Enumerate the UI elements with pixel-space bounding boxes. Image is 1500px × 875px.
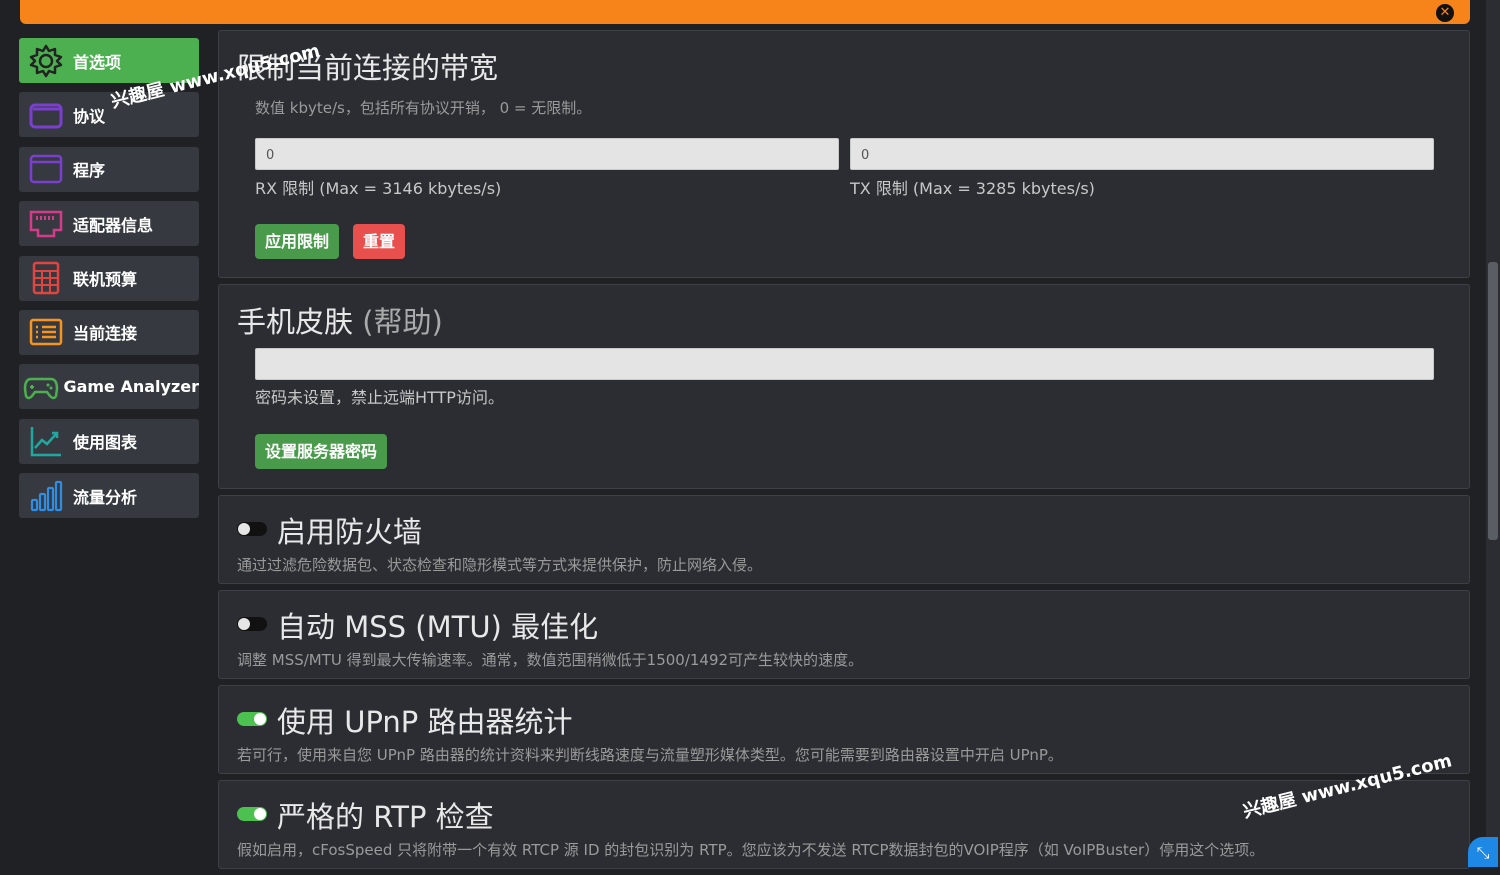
bandwidth-panel: 限制当前连接的带宽 数值 kbyte/s，包括所有协议开销， 0 = 无限制。 … (218, 30, 1470, 278)
top-bar: ✕ (20, 0, 1470, 24)
list-icon (19, 310, 73, 355)
password-input[interactable] (255, 348, 1434, 380)
option-desc: 假如启用，cFosSpeed 只将附带一个有效 RTCP 源 ID 的封包识别为… (237, 841, 1265, 859)
sidebar-item-label: 使用图表 (73, 433, 138, 453)
password-hint: 密码未设置，禁止远端HTTP访问。 (255, 388, 504, 407)
upnp-toggle[interactable] (237, 712, 267, 726)
sidebar-item-traffic-analysis[interactable]: 流量分析 (19, 473, 199, 519)
tx-limit-label: TX 限制 (Max = 3285 kbytes/s) (850, 179, 1095, 198)
option-desc: 调整 MSS/MTU 得到最大传输速率。通常，数值范围稍微低于1500/1492… (237, 651, 864, 669)
resize-icon[interactable]: ⤡ (1468, 837, 1498, 867)
rx-limit-input[interactable]: 0 (255, 138, 839, 170)
folder-icon (19, 92, 73, 137)
window-icon (19, 147, 73, 192)
gamepad-icon (19, 364, 63, 409)
option-firewall: 启用防火墙 通过过滤危险数据包、状态检查和隐形模式等方式来提供保护，防止网络入侵… (218, 495, 1470, 584)
line-chart-icon (19, 419, 73, 464)
help-link[interactable]: (帮助) (362, 305, 443, 339)
rx-limit-label: RX 限制 (Max = 3146 kbytes/s) (255, 179, 502, 198)
sidebar-item-label: 联机预算 (73, 270, 138, 290)
scrollbar[interactable] (1486, 0, 1500, 867)
option-upnp: 使用 UPnP 路由器统计 若可行，使用来自您 UPnP 路由器的统计资料来判断… (218, 685, 1470, 774)
main-content: 限制当前连接的带宽 数值 kbyte/s，包括所有协议开销， 0 = 无限制。 … (218, 30, 1470, 875)
sidebar-item-label: 程序 (73, 161, 106, 181)
sidebar: 首选项 协议 程序 适配器信息 联机预算 当前连接 Game Analyzer … (19, 38, 199, 528)
skin-panel: 手机皮肤 (帮助) 密码未设置，禁止远端HTTP访问。 设置服务器密码 (218, 284, 1470, 489)
network-port-icon (19, 201, 73, 246)
sidebar-item-label: Game Analyzer (63, 377, 199, 397)
sidebar-item-game-analyzer[interactable]: Game Analyzer (19, 364, 199, 410)
sidebar-item-connections[interactable]: 当前连接 (19, 309, 199, 355)
firewall-toggle[interactable] (237, 522, 267, 536)
option-title: 使用 UPnP 路由器统计 (277, 705, 573, 739)
close-icon[interactable]: ✕ (1436, 4, 1454, 22)
mss-toggle[interactable] (237, 617, 267, 631)
set-password-button[interactable]: 设置服务器密码 (255, 434, 388, 469)
sidebar-item-label: 首选项 (73, 52, 122, 72)
tx-limit-input[interactable]: 0 (850, 138, 1434, 170)
option-desc: 若可行，使用来自您 UPnP 路由器的统计资料来判断线路速度与流量塑形媒体类型。… (237, 746, 1063, 764)
sidebar-item-label: 流量分析 (73, 487, 138, 507)
sidebar-item-label: 协议 (73, 106, 106, 126)
rtp-toggle[interactable] (237, 807, 267, 821)
sidebar-item-programs[interactable]: 程序 (19, 146, 199, 192)
option-title: 严格的 RTP 检查 (277, 800, 494, 834)
option-title: 启用防火墙 (277, 515, 423, 549)
reset-button[interactable]: 重置 (353, 224, 406, 259)
gear-icon (19, 38, 73, 83)
calculator-icon (19, 256, 73, 301)
scrollbar-thumb[interactable] (1488, 262, 1498, 540)
option-title: 自动 MSS (MTU) 最佳化 (277, 610, 599, 644)
skin-title: 手机皮肤 (237, 305, 354, 339)
option-desc: 通过过滤危险数据包、状态检查和隐形模式等方式来提供保护，防止网络入侵。 (237, 556, 763, 574)
apply-limit-button[interactable]: 应用限制 (255, 224, 340, 259)
sidebar-item-budget[interactable]: 联机预算 (19, 255, 199, 301)
sidebar-item-usage-chart[interactable]: 使用图表 (19, 418, 199, 464)
sidebar-item-adapter-info[interactable]: 适配器信息 (19, 201, 199, 247)
sidebar-item-label: 当前连接 (73, 324, 138, 344)
bar-chart-icon (19, 473, 73, 518)
panel-title: 手机皮肤 (帮助) (237, 299, 443, 341)
option-mss: 自动 MSS (MTU) 最佳化 调整 MSS/MTU 得到最大传输速率。通常，… (218, 590, 1470, 679)
sidebar-item-label: 适配器信息 (73, 215, 154, 235)
bandwidth-hint: 数值 kbyte/s，包括所有协议开销， 0 = 无限制。 (255, 99, 592, 117)
